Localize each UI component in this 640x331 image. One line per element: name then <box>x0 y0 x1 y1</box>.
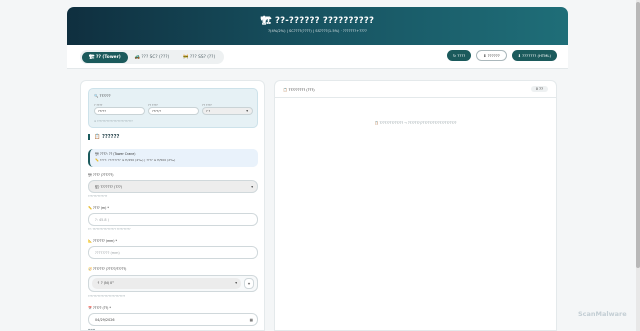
input-panel: 🔍 ?????? ? ???? ????? ?? ???? ????/? ?? … <box>80 80 265 331</box>
direction-hint: ??????????????????????????? <box>88 295 126 298</box>
download-button[interactable]: ⬇ ?????? <box>476 50 507 61</box>
calendar-icon[interactable]: ▦ <box>250 314 253 326</box>
export-html-button[interactable]: ⬇ ??????? (HTML) <box>511 50 557 61</box>
compass-icon[interactable]: ⌖ <box>244 278 254 289</box>
equipment-limit-text: 📏 ????: ???????? ≤ H/250 (4‰) | ???? ≤ H… <box>95 157 176 162</box>
direction-label: 🧭 ??????? (?????/?????) <box>88 267 127 271</box>
filter-select-value: ? ? <box>206 109 211 113</box>
equipment-tabs: 🏗 ?? (Tower) 🚜 ??? SC? (???) 🚧 ??? SS? (… <box>80 50 225 64</box>
date-input[interactable]: 04/29/2026 ▦ <box>88 313 258 326</box>
height-hint: ??: ????????????????? ?????????? <box>88 228 131 231</box>
filter-input-1[interactable]: ????? <box>94 107 145 115</box>
filter-select-3[interactable]: ? ? ▾ <box>202 107 253 115</box>
deviation-input[interactable]: ???????? (mm) <box>88 246 258 259</box>
records-title: 📋 ????????? (???) <box>283 88 315 92</box>
chevron-down-icon: ▾ <box>251 185 253 189</box>
records-panel: 📋 ????????? (???) 0 ?? 📋 ?????????????? … <box>274 80 557 331</box>
type-select-value: 🏗 ??????? (???) <box>95 185 123 189</box>
type-hint: ?????????????? <box>88 195 108 198</box>
chevron-down-icon: ▾ <box>246 109 248 113</box>
height-input[interactable]: ?: 45.8 ) <box>88 213 258 226</box>
app-header: 🏗 ??-?????? ?????????? ?(4%/2%) | SC????… <box>67 7 568 45</box>
toolbar-actions: ↻ ???? ⬇ ?????? ⬇ ??????? (HTML) <box>446 50 557 61</box>
type-select[interactable]: 🏗 ??????? (???) ▾ <box>88 180 258 193</box>
height-label: 📏 ???? (m) * <box>88 206 109 210</box>
filter-input-2[interactable]: ????/? <box>148 107 199 115</box>
tab-tower[interactable]: 🏗 ?? (Tower) <box>82 51 128 63</box>
divider <box>275 97 556 98</box>
deviation-placeholder: ???????? (mm) <box>95 251 120 255</box>
date-value: 04/29/2026 <box>95 318 115 322</box>
filter-title: 🔍 ?????? <box>94 94 111 98</box>
height-placeholder: ?: 45.8 ) <box>95 218 109 222</box>
direction-group: ↑ ? (N) 0° ▾ ⌖ <box>88 275 258 292</box>
date-label: 📅 ????? (??) * <box>88 306 111 310</box>
equipment-type-text: 🏗 ????: ?? (Tower Crane) <box>95 152 136 156</box>
deviation-label: 📐 ??????? (mm) * <box>88 239 118 243</box>
equipment-info-card: 🏗 ????: ?? (Tower Crane) 📏 ????: ???????… <box>88 149 258 167</box>
direction-select-value: ↑ ? (N) 0° <box>97 281 114 285</box>
tab-sc[interactable]: 🚜 ??? SC? (???) <box>128 52 177 63</box>
filter-note: ※ ?????????????????????????? <box>94 120 133 123</box>
page-subtitle: ?(4%/2%) | SC????(????) | SS????(1.5%) ·… <box>268 29 367 33</box>
scrollbar-thumb[interactable] <box>636 2 640 268</box>
toolbar: 🏗 ?? (Tower) 🚜 ??? SC? (???) 🚧 ??? SS? (… <box>67 45 568 69</box>
page-title: 🏗 ??-?????? ?????????? <box>260 16 375 26</box>
records-count-badge: 0 ?? <box>530 86 548 92</box>
filter-box: 🔍 ?????? ? ???? ????? ?? ???? ????/? ?? … <box>88 88 258 128</box>
section-title: 📋 ?????? <box>88 134 119 140</box>
type-label: 🏗 ???? (??????) <box>88 173 114 177</box>
empty-state-text: 📋 ?????????????? → ???????(?????????????… <box>374 121 457 125</box>
watermark-logo: ScanMalware <box>578 310 627 318</box>
direction-select[interactable]: ↑ ? (N) 0° ▾ <box>92 278 241 289</box>
reset-button[interactable]: ↻ ???? <box>446 50 472 61</box>
tab-ss[interactable]: 🚧 ??? SS? (??) <box>176 52 222 63</box>
chevron-down-icon: ▾ <box>235 281 237 285</box>
